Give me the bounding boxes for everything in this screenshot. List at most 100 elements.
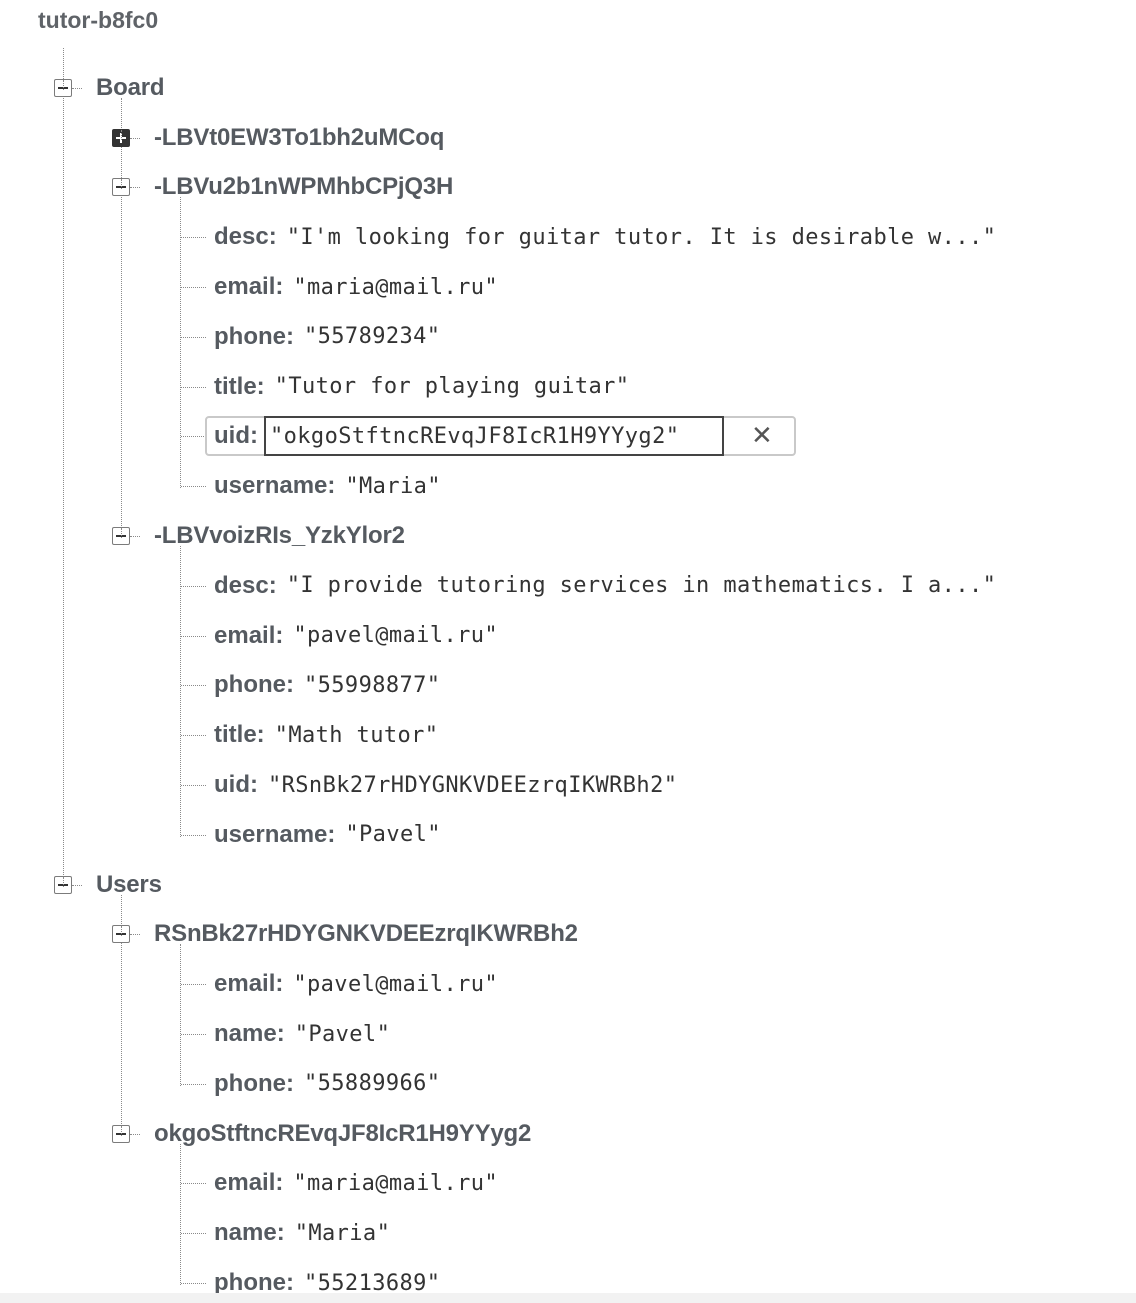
node-key-label: Users	[96, 870, 162, 898]
node-key-label: -LBVu2b1nWPMhbCPjQ3H	[154, 173, 454, 201]
field-row[interactable]: email: "maria@mail.ru"	[214, 267, 498, 307]
tree-connector-vertical	[180, 546, 181, 837]
field-value: "55789234"	[304, 324, 441, 350]
field-colon: :	[327, 472, 336, 500]
field-row[interactable]: email: "pavel@mail.ru"	[214, 964, 498, 1004]
tree-node-entry[interactable]: -LBVt0EW3To1bh2uMCoq	[154, 118, 444, 158]
field-value: "pavel@mail.ru"	[293, 623, 499, 649]
tree-connector-horizontal	[181, 336, 206, 338]
field-row[interactable]: desc: "I provide tutoring services in mat…	[214, 566, 996, 606]
field-value: "RSnBk27rHDYGNKVDEEzrqIKWRBh2"	[268, 772, 678, 798]
tree-connector-horizontal	[181, 1233, 206, 1235]
node-key-label: -LBVvoizRIs_YzkYlor2	[154, 522, 405, 549]
field-key: email	[214, 273, 276, 300]
field-value: "I'm looking for guitar tutor. It is des…	[286, 224, 997, 250]
tree-connector-horizontal	[181, 585, 206, 587]
tree-connector-vertical	[121, 97, 122, 538]
tree-connector-horizontal	[181, 386, 206, 388]
field-colon: :	[275, 970, 284, 998]
field-colon: :	[275, 273, 284, 300]
field-row[interactable]: title: "Math tutor"	[214, 715, 438, 755]
field-key: title	[214, 372, 257, 400]
field-value: "maria@mail.ru"	[293, 1170, 499, 1196]
field-row[interactable]: title: "Tutor for playing guitar"	[214, 367, 629, 407]
tree-connector-horizontal	[181, 1083, 206, 1085]
field-row[interactable]: name: "Maria"	[214, 1213, 390, 1253]
field-colon: :	[250, 422, 258, 450]
root-node[interactable]: tutor-b8fc0	[38, 0, 158, 40]
field-key: uid	[214, 771, 250, 798]
field-key: phone	[214, 1069, 286, 1097]
field-colon: :	[268, 571, 277, 599]
field-value: "Pavel"	[345, 822, 441, 848]
field-row[interactable]: name: "Pavel"	[214, 1014, 390, 1054]
field-row[interactable]: username: "Maria"	[214, 466, 441, 506]
field-row[interactable]: phone: "55789234"	[214, 317, 440, 357]
field-row[interactable]: username: "Pavel"	[214, 815, 441, 855]
tree-connector-horizontal	[181, 436, 206, 438]
field-row[interactable]: email: "maria@mail.ru"	[214, 1163, 498, 1203]
tree-node-entry[interactable]: RSnBk27rHDYGNKVDEEzrqIKWRBh2	[154, 914, 578, 954]
field-colon: :	[256, 721, 265, 749]
node-key-label: okgoStftncREvqJF8IcR1H9YYyg2	[154, 1119, 532, 1147]
tree-node-users[interactable]: Users	[96, 865, 162, 905]
field-value: "Maria"	[294, 1220, 391, 1246]
tree-node-entry[interactable]: okgoStftncREvqJF8IcR1H9YYyg2	[154, 1114, 531, 1154]
tree-connector-horizontal	[181, 1283, 206, 1284]
tree-connector-horizontal	[72, 87, 82, 89]
field-value: "55213689"	[304, 1270, 441, 1296]
field-colon: :	[286, 322, 294, 350]
tree-connector-horizontal	[181, 984, 206, 986]
field-key: email	[214, 621, 276, 649]
tree-connector-horizontal	[181, 1034, 206, 1035]
tree-connector-stub	[63, 79, 64, 90]
tree-connector-horizontal	[181, 486, 206, 488]
tree-node-entry[interactable]: -LBVvoizRIs_YzkYlor2	[154, 516, 405, 556]
field-value: "okgoStftncREvqJF8IcR1H9YYyg2"	[270, 423, 680, 449]
clear-x-icon[interactable]: ✕	[751, 423, 773, 449]
field-row[interactable]: phone: "55998877"	[214, 665, 440, 705]
bottom-strip	[0, 1293, 1136, 1303]
field-colon: :	[276, 1020, 285, 1047]
field-row: uid:	[214, 416, 258, 456]
tree-connector-stub	[121, 129, 122, 140]
field-key: phone	[214, 322, 286, 350]
tree-connector-stub	[121, 179, 122, 190]
tree-node-entry[interactable]: -LBVu2b1nWPMhbCPjQ3H	[154, 167, 453, 207]
field-key: desc	[214, 571, 269, 599]
tree-connector-vertical	[180, 944, 181, 1086]
tree-connector-stub	[121, 528, 122, 538]
field-value: "Math tutor"	[274, 722, 439, 748]
field-row[interactable]: phone: "55889966"	[214, 1064, 440, 1104]
field-key: username	[214, 820, 328, 848]
tree-connector-vertical	[180, 197, 181, 489]
field-key: uid	[214, 422, 250, 450]
field-colon: :	[286, 671, 294, 699]
field-value: "55998877"	[304, 672, 441, 698]
tree-connector-stub	[121, 1125, 122, 1136]
tree-connector-horizontal	[130, 137, 140, 139]
field-colon: :	[327, 820, 336, 848]
tree-node-board[interactable]: Board	[96, 68, 165, 108]
tree-connector-horizontal	[181, 635, 206, 637]
tree-connector-horizontal	[181, 685, 206, 687]
tree-connector-horizontal	[181, 785, 206, 786]
tree-connector-horizontal	[181, 735, 206, 737]
field-row[interactable]: email: "pavel@mail.ru"	[214, 616, 498, 656]
field-value: "55889966"	[304, 1071, 441, 1097]
node-key-label: -LBVt0EW3To1bh2uMCoq	[154, 123, 445, 151]
value-edit-input[interactable]: "okgoStftncREvqJF8IcR1H9YYyg2"	[264, 416, 724, 457]
field-value: "pavel@mail.ru"	[293, 971, 499, 997]
field-value: "Pavel"	[294, 1021, 391, 1047]
field-row[interactable]: desc: "I'm looking for guitar tutor. It i…	[214, 217, 996, 257]
field-row[interactable]: uid: "RSnBk27rHDYGNKVDEEzrqIKWRBh2"	[214, 765, 677, 805]
field-colon: :	[275, 1169, 284, 1197]
node-key-label: Board	[96, 73, 165, 101]
field-key: email	[214, 970, 276, 998]
field-key: name	[214, 1219, 277, 1247]
tree-connector-stub	[63, 876, 64, 887]
field-value: "maria@mail.ru"	[293, 274, 499, 300]
field-value: "Tutor for playing guitar"	[274, 374, 630, 400]
tree-connector-horizontal	[130, 536, 140, 537]
field-colon: :	[286, 1069, 294, 1097]
